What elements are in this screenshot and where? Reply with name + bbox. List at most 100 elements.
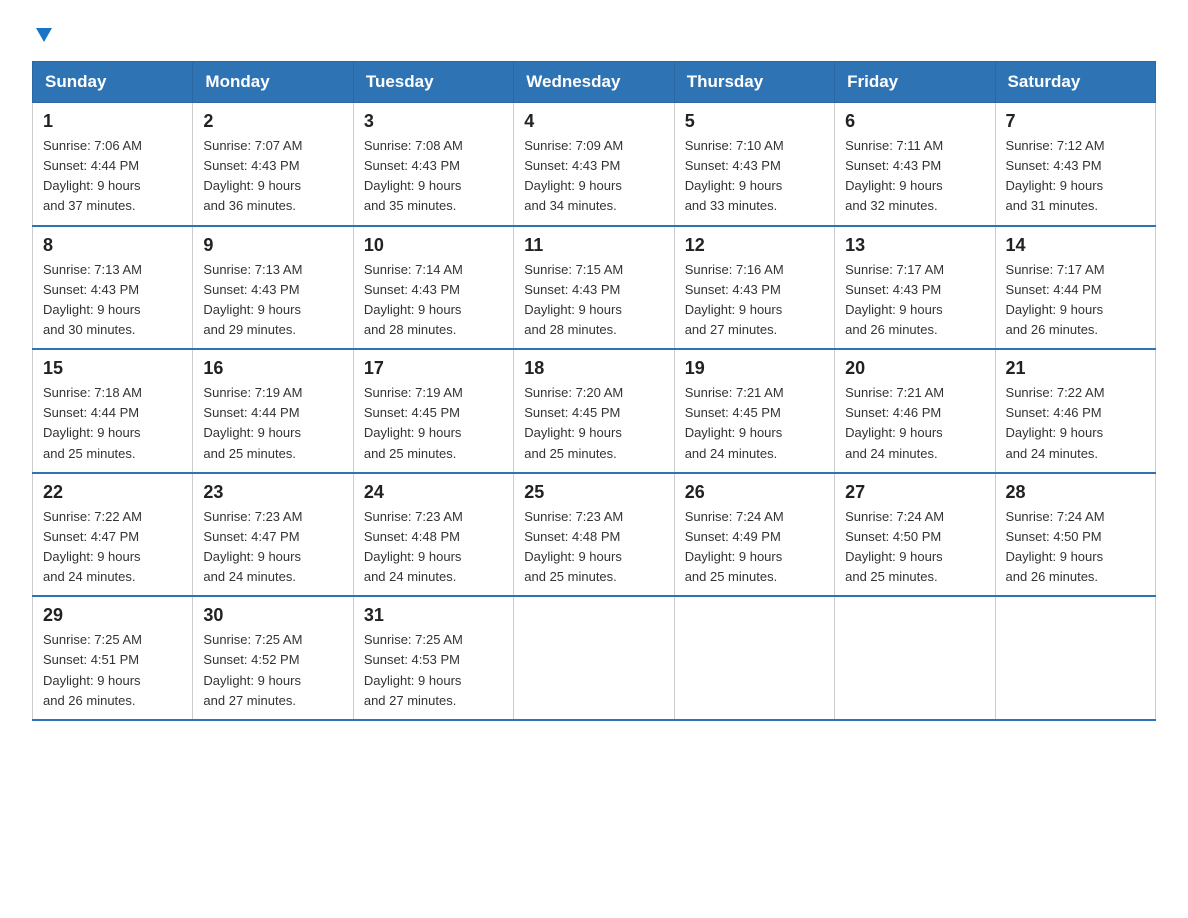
calendar-week-row: 8 Sunrise: 7:13 AM Sunset: 4:43 PM Dayli… [33,226,1156,350]
day-info: Sunrise: 7:21 AM Sunset: 4:45 PM Dayligh… [685,383,824,464]
day-number: 31 [364,605,503,626]
day-number: 29 [43,605,182,626]
day-info: Sunrise: 7:07 AM Sunset: 4:43 PM Dayligh… [203,136,342,217]
calendar-cell: 19 Sunrise: 7:21 AM Sunset: 4:45 PM Dayl… [674,349,834,473]
day-info: Sunrise: 7:15 AM Sunset: 4:43 PM Dayligh… [524,260,663,341]
calendar-cell: 29 Sunrise: 7:25 AM Sunset: 4:51 PM Dayl… [33,596,193,720]
calendar-cell: 31 Sunrise: 7:25 AM Sunset: 4:53 PM Dayl… [353,596,513,720]
calendar-cell: 3 Sunrise: 7:08 AM Sunset: 4:43 PM Dayli… [353,103,513,226]
calendar-cell: 8 Sunrise: 7:13 AM Sunset: 4:43 PM Dayli… [33,226,193,350]
calendar-cell: 27 Sunrise: 7:24 AM Sunset: 4:50 PM Dayl… [835,473,995,597]
day-info: Sunrise: 7:14 AM Sunset: 4:43 PM Dayligh… [364,260,503,341]
day-info: Sunrise: 7:06 AM Sunset: 4:44 PM Dayligh… [43,136,182,217]
calendar-cell: 20 Sunrise: 7:21 AM Sunset: 4:46 PM Dayl… [835,349,995,473]
calendar-cell: 25 Sunrise: 7:23 AM Sunset: 4:48 PM Dayl… [514,473,674,597]
day-number: 8 [43,235,182,256]
day-number: 2 [203,111,342,132]
calendar-cell: 2 Sunrise: 7:07 AM Sunset: 4:43 PM Dayli… [193,103,353,226]
day-info: Sunrise: 7:24 AM Sunset: 4:50 PM Dayligh… [845,507,984,588]
calendar-cell [514,596,674,720]
day-number: 21 [1006,358,1145,379]
day-info: Sunrise: 7:08 AM Sunset: 4:43 PM Dayligh… [364,136,503,217]
day-info: Sunrise: 7:22 AM Sunset: 4:46 PM Dayligh… [1006,383,1145,464]
calendar-cell: 7 Sunrise: 7:12 AM Sunset: 4:43 PM Dayli… [995,103,1155,226]
day-info: Sunrise: 7:18 AM Sunset: 4:44 PM Dayligh… [43,383,182,464]
day-number: 5 [685,111,824,132]
calendar-week-row: 15 Sunrise: 7:18 AM Sunset: 4:44 PM Dayl… [33,349,1156,473]
day-number: 30 [203,605,342,626]
day-info: Sunrise: 7:23 AM Sunset: 4:48 PM Dayligh… [364,507,503,588]
calendar-cell: 28 Sunrise: 7:24 AM Sunset: 4:50 PM Dayl… [995,473,1155,597]
calendar-cell: 13 Sunrise: 7:17 AM Sunset: 4:43 PM Dayl… [835,226,995,350]
calendar-cell: 1 Sunrise: 7:06 AM Sunset: 4:44 PM Dayli… [33,103,193,226]
day-number: 28 [1006,482,1145,503]
weekday-header-tuesday: Tuesday [353,62,513,103]
day-info: Sunrise: 7:17 AM Sunset: 4:43 PM Dayligh… [845,260,984,341]
calendar-cell [835,596,995,720]
day-number: 9 [203,235,342,256]
day-info: Sunrise: 7:11 AM Sunset: 4:43 PM Dayligh… [845,136,984,217]
day-info: Sunrise: 7:25 AM Sunset: 4:51 PM Dayligh… [43,630,182,711]
day-number: 7 [1006,111,1145,132]
calendar-cell: 18 Sunrise: 7:20 AM Sunset: 4:45 PM Dayl… [514,349,674,473]
calendar-cell: 23 Sunrise: 7:23 AM Sunset: 4:47 PM Dayl… [193,473,353,597]
calendar-cell [674,596,834,720]
day-info: Sunrise: 7:13 AM Sunset: 4:43 PM Dayligh… [203,260,342,341]
day-info: Sunrise: 7:20 AM Sunset: 4:45 PM Dayligh… [524,383,663,464]
weekday-header-sunday: Sunday [33,62,193,103]
day-number: 10 [364,235,503,256]
weekday-header-friday: Friday [835,62,995,103]
weekday-header-monday: Monday [193,62,353,103]
day-number: 26 [685,482,824,503]
day-number: 14 [1006,235,1145,256]
calendar-cell: 15 Sunrise: 7:18 AM Sunset: 4:44 PM Dayl… [33,349,193,473]
calendar-cell: 16 Sunrise: 7:19 AM Sunset: 4:44 PM Dayl… [193,349,353,473]
day-number: 20 [845,358,984,379]
day-number: 17 [364,358,503,379]
day-number: 19 [685,358,824,379]
calendar-cell: 9 Sunrise: 7:13 AM Sunset: 4:43 PM Dayli… [193,226,353,350]
calendar-week-row: 22 Sunrise: 7:22 AM Sunset: 4:47 PM Dayl… [33,473,1156,597]
day-number: 15 [43,358,182,379]
day-info: Sunrise: 7:25 AM Sunset: 4:52 PM Dayligh… [203,630,342,711]
day-info: Sunrise: 7:24 AM Sunset: 4:49 PM Dayligh… [685,507,824,588]
day-number: 22 [43,482,182,503]
calendar-cell: 10 Sunrise: 7:14 AM Sunset: 4:43 PM Dayl… [353,226,513,350]
day-number: 12 [685,235,824,256]
weekday-header-wednesday: Wednesday [514,62,674,103]
day-number: 1 [43,111,182,132]
day-info: Sunrise: 7:10 AM Sunset: 4:43 PM Dayligh… [685,136,824,217]
day-info: Sunrise: 7:24 AM Sunset: 4:50 PM Dayligh… [1006,507,1145,588]
day-number: 6 [845,111,984,132]
calendar-cell: 21 Sunrise: 7:22 AM Sunset: 4:46 PM Dayl… [995,349,1155,473]
day-info: Sunrise: 7:23 AM Sunset: 4:48 PM Dayligh… [524,507,663,588]
day-number: 16 [203,358,342,379]
day-info: Sunrise: 7:19 AM Sunset: 4:45 PM Dayligh… [364,383,503,464]
day-number: 18 [524,358,663,379]
calendar-cell: 5 Sunrise: 7:10 AM Sunset: 4:43 PM Dayli… [674,103,834,226]
weekday-header-row: SundayMondayTuesdayWednesdayThursdayFrid… [33,62,1156,103]
calendar-cell: 11 Sunrise: 7:15 AM Sunset: 4:43 PM Dayl… [514,226,674,350]
day-number: 3 [364,111,503,132]
calendar-cell: 17 Sunrise: 7:19 AM Sunset: 4:45 PM Dayl… [353,349,513,473]
day-number: 24 [364,482,503,503]
day-info: Sunrise: 7:25 AM Sunset: 4:53 PM Dayligh… [364,630,503,711]
day-info: Sunrise: 7:23 AM Sunset: 4:47 PM Dayligh… [203,507,342,588]
calendar-cell: 26 Sunrise: 7:24 AM Sunset: 4:49 PM Dayl… [674,473,834,597]
page-header [32,24,1156,49]
day-info: Sunrise: 7:13 AM Sunset: 4:43 PM Dayligh… [43,260,182,341]
day-info: Sunrise: 7:17 AM Sunset: 4:44 PM Dayligh… [1006,260,1145,341]
day-number: 13 [845,235,984,256]
calendar-cell: 6 Sunrise: 7:11 AM Sunset: 4:43 PM Dayli… [835,103,995,226]
day-info: Sunrise: 7:21 AM Sunset: 4:46 PM Dayligh… [845,383,984,464]
day-info: Sunrise: 7:12 AM Sunset: 4:43 PM Dayligh… [1006,136,1145,217]
weekday-header-thursday: Thursday [674,62,834,103]
calendar-cell [995,596,1155,720]
calendar-week-row: 1 Sunrise: 7:06 AM Sunset: 4:44 PM Dayli… [33,103,1156,226]
calendar-cell: 22 Sunrise: 7:22 AM Sunset: 4:47 PM Dayl… [33,473,193,597]
logo-triangle-icon [34,24,54,44]
day-number: 27 [845,482,984,503]
calendar-table: SundayMondayTuesdayWednesdayThursdayFrid… [32,61,1156,721]
calendar-cell: 14 Sunrise: 7:17 AM Sunset: 4:44 PM Dayl… [995,226,1155,350]
day-info: Sunrise: 7:19 AM Sunset: 4:44 PM Dayligh… [203,383,342,464]
